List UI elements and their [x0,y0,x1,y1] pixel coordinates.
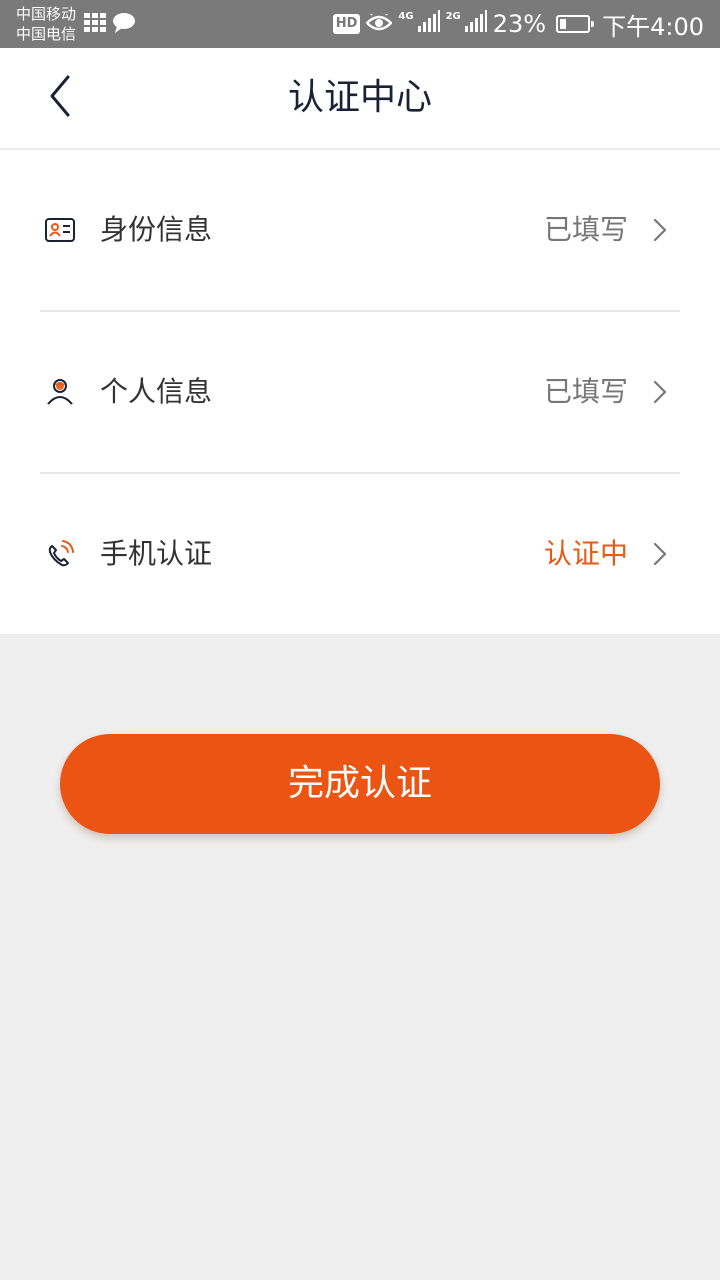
status-text: 已填写 [543,375,628,408]
signal-icon [464,10,487,38]
id-card-icon [44,214,76,246]
notification-icons [84,12,136,38]
verification-list: 身份信息 已填写 个人信息 已填写 手机认证 认证中 [0,150,720,634]
complete-verification-button[interactable]: 完成认证 [60,734,660,834]
signal-icon [417,10,440,38]
battery-percent: 23% [492,10,547,38]
list-item-label: 身份信息 [100,213,213,246]
person-icon [44,376,76,408]
network-type-1: 4G [398,11,414,22]
page-title: 认证中心 [287,77,432,118]
clock: 下午4:00 [602,12,704,41]
battery-level [560,19,567,29]
list-item-personal-info[interactable]: 个人信息 已填写 [0,312,720,472]
network-type-2: 2G [445,11,461,22]
chevron-right-icon [652,380,668,404]
navigation-bar: 认证中心 [0,48,720,150]
status-text: 认证中 [543,537,628,570]
chat-bubble-icon [112,12,136,38]
battery-icon [556,15,595,33]
status-bar: 中国移动 中国电信 HD 4G 2G 23% 下午4:00 [0,0,720,48]
status-text: 已填写 [543,213,628,246]
back-button[interactable] [30,70,90,126]
status-indicators: HD 4G 2G 23% 下午4:00 [332,0,704,48]
carrier-1: 中国移动 [16,5,77,23]
carrier-names: 中国移动 中国电信 [16,4,76,44]
app-grid-icon [84,13,106,37]
hd-badge: HD [332,14,361,34]
phone-icon [44,538,76,570]
list-item-identity-info[interactable]: 身份信息 已填写 [0,150,720,310]
chevron-right-icon [652,542,668,566]
list-item-label: 手机认证 [100,537,213,570]
chevron-left-icon [48,75,72,121]
eye-icon [365,10,394,38]
list-item-phone-verification[interactable]: 手机认证 认证中 [0,474,720,634]
carrier-2: 中国电信 [16,25,77,43]
chevron-right-icon [652,218,668,242]
list-item-label: 个人信息 [100,375,213,408]
